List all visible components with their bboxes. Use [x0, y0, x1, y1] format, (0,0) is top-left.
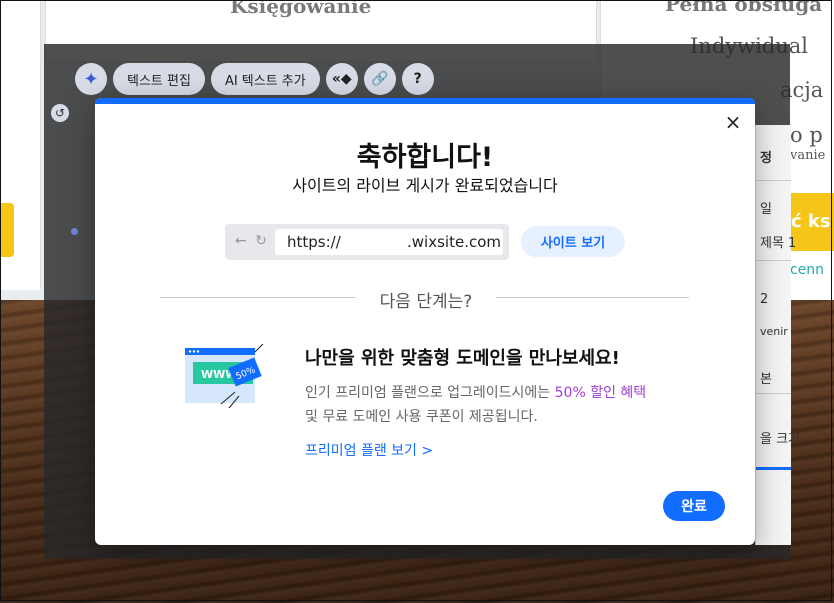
url-prefix: https://: [287, 233, 341, 251]
background-text-line: vanie: [790, 148, 826, 163]
undo-icon[interactable]: ↺: [51, 104, 69, 122]
background-heading-right: Pełna obsługa: [665, 0, 823, 16]
panel-item: 본: [760, 372, 772, 387]
edit-text-button[interactable]: 텍스트 편집: [113, 63, 205, 95]
view-site-button[interactable]: 사이트 보기: [521, 226, 625, 257]
domain-illustration: WWW 50%: [185, 343, 264, 409]
site-url-bar: ← ↻ https:// .wixsite.com: [225, 224, 509, 260]
site-url-field[interactable]: https:// .wixsite.com: [275, 229, 503, 255]
animation-icon[interactable]: «◆: [325, 63, 358, 95]
background-heading-left: Księgowanie: [230, 0, 372, 18]
background-yellow-button: [0, 203, 14, 257]
publish-success-dialog: × 축하합니다! 사이트의 라이브 게시가 완료되었습니다 ← ↻ https:…: [95, 98, 755, 545]
divider: [160, 297, 356, 298]
domain-offer-description: 인기 프리미엄 플랜으로 업그레이드시에는 50% 할인 혜택: [305, 382, 646, 402]
resize-handle[interactable]: [71, 228, 78, 235]
offer-description-text: 인기 프리미엄 플랜으로 업그레이드시에는: [305, 385, 555, 401]
dialog-accent-bar: [95, 98, 755, 104]
text-toolbar: ✦ 텍스트 편집 AI 텍스트 추가 «◆ 🔗 ?: [75, 63, 434, 95]
close-icon[interactable]: ×: [723, 112, 743, 132]
url-domain: .wixsite.com: [407, 233, 501, 251]
background-link: cenn: [790, 262, 825, 278]
view-premium-plans-link[interactable]: 프리미엄 플랜 보기 >: [305, 440, 433, 460]
browser-nav-icons: ← ↻: [235, 233, 269, 249]
panel-slider[interactable]: [756, 467, 791, 470]
panel-item: 제목 1: [760, 236, 797, 251]
panel-item: 을 크기: [760, 432, 801, 447]
dialog-title: 축하합니다!: [356, 142, 494, 173]
background-text-line: o p: [790, 123, 823, 147]
help-icon[interactable]: ?: [401, 63, 434, 95]
domain-offer-description-line2: 및 무료 도메인 사용 쿠폰이 제공됩니다.: [305, 409, 538, 425]
domain-offer-title: 나만을 위한 맞춤형 도메인을 만나보세요!: [305, 348, 620, 369]
panel-item: 일: [760, 202, 772, 217]
panel-item: venir: [760, 325, 788, 338]
sparkle-icon[interactable]: ✦: [75, 63, 107, 95]
divider: [496, 297, 689, 298]
panel-item: 정: [760, 151, 772, 166]
done-button[interactable]: 완료: [663, 491, 725, 521]
right-settings-panel: 정 일 제목 1 2 venir 본 을 크기: [755, 125, 800, 545]
panel-divider: [756, 180, 791, 181]
next-steps-label: 다음 단계는?: [379, 292, 473, 312]
panel-divider: [756, 260, 791, 261]
browser-window-header: [185, 348, 255, 355]
panel-divider: [756, 393, 791, 394]
dialog-subtitle: 사이트의 라이브 게시가 완료되었습니다: [292, 176, 558, 195]
link-icon[interactable]: 🔗: [363, 63, 396, 95]
panel-item: 2: [760, 292, 769, 307]
discount-highlight: 50% 할인 혜택: [554, 385, 647, 401]
ai-text-button[interactable]: AI 텍스트 추가: [210, 63, 320, 95]
